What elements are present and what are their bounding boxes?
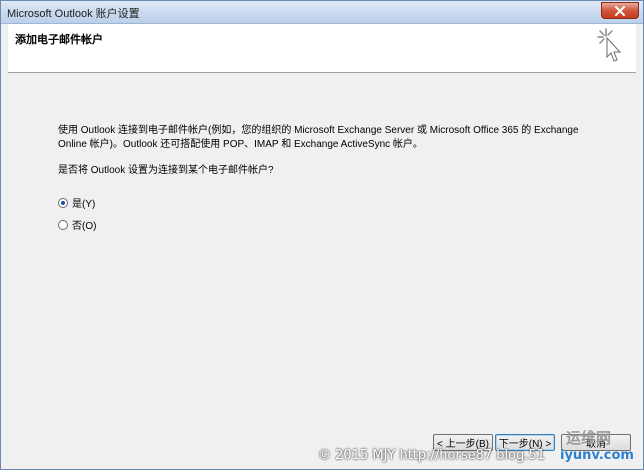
radio-yes-label: 是(Y) [72, 199, 96, 210]
account-description: 使用 Outlook 连接到电子邮件帐户(例如，您的组织的 Microsoft … [58, 125, 579, 150]
setup-question: 是否将 Outlook 设置为连接到某个电子邮件帐户? [58, 165, 274, 176]
watermark-site: iyunv.com [560, 448, 634, 463]
radio-no-button[interactable] [58, 219, 68, 230]
window-title: Microsoft Outlook 账户设置 [7, 8, 140, 20]
wizard-content: 使用 Outlook 连接到电子邮件帐户(例如，您的组织的 Microsoft … [8, 73, 636, 425]
radio-yes-button[interactable] [58, 197, 68, 208]
account-settings-window: Microsoft Outlook 账户设置 添加电子邮件帐户 使用 Outlo… [0, 0, 644, 470]
copyright-watermark: © 2015 MJY http://horse87 blog.51 [318, 448, 546, 463]
page-title: 添加电子邮件帐户 [15, 34, 103, 46]
wizard-sparkle-icon [597, 28, 622, 62]
radio-selected-dot [61, 200, 65, 205]
watermark-logo: 运维网 [566, 429, 612, 447]
wizard-header: 添加电子邮件帐户 [8, 24, 636, 73]
close-icon [615, 5, 625, 16]
radio-no-label: 否(O) [72, 221, 97, 232]
radio-no[interactable]: 否(O) [58, 217, 96, 232]
radio-yes[interactable]: 是(Y) [58, 195, 95, 210]
title-bar[interactable]: Microsoft Outlook 账户设置 [1, 1, 643, 24]
close-button[interactable] [601, 2, 639, 19]
